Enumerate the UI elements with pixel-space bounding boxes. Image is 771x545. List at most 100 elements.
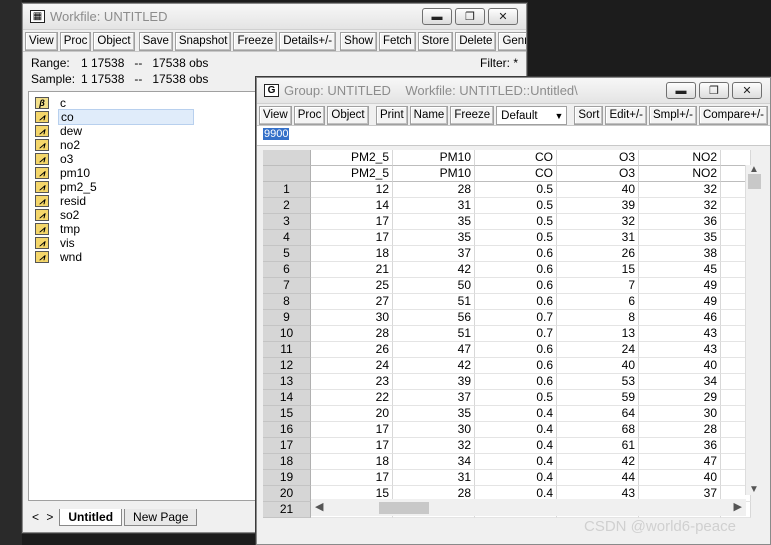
vertical-scroll-thumb[interactable] bbox=[748, 174, 761, 189]
data-cell[interactable]: 40 bbox=[557, 182, 639, 198]
row-number[interactable]: 9 bbox=[263, 310, 311, 326]
range-value[interactable]: 1 17538 -- 17538 obs bbox=[81, 55, 208, 71]
grp-name-button[interactable]: Name bbox=[409, 106, 449, 125]
scroll-right-icon[interactable]: ▶ bbox=[734, 500, 742, 513]
wf-fetch-button[interactable]: Fetch bbox=[378, 32, 416, 51]
wf-freeze-button[interactable]: Freeze bbox=[233, 32, 278, 51]
data-cell[interactable]: 38 bbox=[639, 246, 721, 262]
row-number[interactable]: 19 bbox=[263, 470, 311, 486]
column-header-pm10[interactable]: PM10 bbox=[393, 166, 475, 182]
wf-view-button[interactable]: View bbox=[25, 32, 58, 51]
data-cell[interactable]: 0.4 bbox=[475, 470, 557, 486]
data-cell[interactable]: 30 bbox=[311, 310, 393, 326]
row-number[interactable]: 20 bbox=[263, 486, 311, 502]
row-number[interactable]: 7 bbox=[263, 278, 311, 294]
data-cell[interactable]: 18 bbox=[311, 246, 393, 262]
data-cell[interactable]: 45 bbox=[639, 262, 721, 278]
data-cell[interactable]: 28 bbox=[393, 182, 475, 198]
row-number[interactable]: 12 bbox=[263, 358, 311, 374]
row-number[interactable]: 14 bbox=[263, 390, 311, 406]
data-cell[interactable]: 53 bbox=[557, 374, 639, 390]
data-cell[interactable]: 30 bbox=[639, 406, 721, 422]
row-number[interactable]: 13 bbox=[263, 374, 311, 390]
wf-proc-button[interactable]: Proc bbox=[59, 32, 92, 51]
data-cell[interactable]: 7 bbox=[557, 278, 639, 294]
object-item-c[interactable]: βc bbox=[29, 96, 267, 110]
data-cell[interactable]: 34 bbox=[393, 454, 475, 470]
data-cell[interactable]: 51 bbox=[393, 294, 475, 310]
data-cell[interactable]: 42 bbox=[393, 262, 475, 278]
row-number[interactable]: 17 bbox=[263, 438, 311, 454]
row-number[interactable]: 1 bbox=[263, 182, 311, 198]
data-cell[interactable]: 24 bbox=[311, 358, 393, 374]
data-cell[interactable]: 28 bbox=[311, 326, 393, 342]
data-cell[interactable]: 0.6 bbox=[475, 278, 557, 294]
data-cell[interactable]: 17 bbox=[311, 438, 393, 454]
data-cell[interactable]: 31 bbox=[393, 198, 475, 214]
row-number[interactable]: 18 bbox=[263, 454, 311, 470]
filter-value[interactable]: Filter: * bbox=[480, 55, 518, 71]
object-item-o3[interactable]: ⩘ o3 bbox=[29, 152, 267, 166]
data-cell[interactable]: 28 bbox=[639, 422, 721, 438]
restore-button[interactable]: ❐ bbox=[455, 8, 485, 25]
data-cell[interactable]: 24 bbox=[557, 342, 639, 358]
row-number[interactable]: 8 bbox=[263, 294, 311, 310]
data-cell[interactable]: 31 bbox=[393, 470, 475, 486]
data-cell[interactable]: 36 bbox=[639, 214, 721, 230]
data-cell[interactable]: 0.7 bbox=[475, 326, 557, 342]
grp-smpl-button[interactable]: Smpl+/- bbox=[649, 106, 697, 125]
cell-edit-value[interactable]: 9900 bbox=[263, 128, 290, 140]
data-cell[interactable]: 0.4 bbox=[475, 422, 557, 438]
data-cell[interactable]: 68 bbox=[557, 422, 639, 438]
data-cell[interactable]: 43 bbox=[639, 342, 721, 358]
wf-delete-button[interactable]: Delete bbox=[455, 32, 497, 51]
row-number[interactable]: 11 bbox=[263, 342, 311, 358]
grp-print-button[interactable]: Print bbox=[376, 106, 408, 125]
data-cell[interactable]: 0.5 bbox=[475, 230, 557, 246]
close-button[interactable]: ✕ bbox=[488, 8, 518, 25]
data-cell[interactable]: 40 bbox=[639, 358, 721, 374]
row-number[interactable]: 10 bbox=[263, 326, 311, 342]
column-header-pm2-5[interactable]: PM2_5 bbox=[311, 150, 393, 166]
data-cell[interactable]: 23 bbox=[311, 374, 393, 390]
data-cell[interactable]: 35 bbox=[393, 406, 475, 422]
group-close-button[interactable]: ✕ bbox=[732, 82, 762, 99]
data-cell[interactable]: 0.6 bbox=[475, 342, 557, 358]
data-cell[interactable]: 40 bbox=[557, 358, 639, 374]
object-item-tmp[interactable]: ⩘ tmp bbox=[29, 222, 267, 236]
data-cell[interactable]: 0.4 bbox=[475, 438, 557, 454]
data-cell[interactable]: 47 bbox=[639, 454, 721, 470]
data-cell[interactable]: 49 bbox=[639, 294, 721, 310]
data-cell[interactable]: 27 bbox=[311, 294, 393, 310]
data-cell[interactable]: 61 bbox=[557, 438, 639, 454]
data-cell[interactable]: 0.5 bbox=[475, 182, 557, 198]
data-cell[interactable]: 39 bbox=[557, 198, 639, 214]
data-cell[interactable]: 40 bbox=[639, 470, 721, 486]
data-cell[interactable]: 0.4 bbox=[475, 406, 557, 422]
data-cell[interactable]: 0.5 bbox=[475, 214, 557, 230]
column-header-co[interactable]: CO bbox=[475, 150, 557, 166]
display-format-select[interactable]: Default ▼ bbox=[496, 106, 567, 125]
object-item-resid[interactable]: ⩘ resid bbox=[29, 194, 267, 208]
data-cell[interactable]: 35 bbox=[393, 230, 475, 246]
data-cell[interactable]: 35 bbox=[393, 214, 475, 230]
wf-genr-button[interactable]: Genr bbox=[498, 32, 526, 51]
row-number[interactable]: 5 bbox=[263, 246, 311, 262]
data-cell[interactable]: 0.5 bbox=[475, 390, 557, 406]
data-cell[interactable]: 20 bbox=[311, 406, 393, 422]
data-cell[interactable]: 26 bbox=[557, 246, 639, 262]
grp-object-button[interactable]: Object bbox=[327, 106, 369, 125]
row-number[interactable]: 4 bbox=[263, 230, 311, 246]
object-item-so2[interactable]: ⩘ so2 bbox=[29, 208, 267, 222]
object-item-pm2-5[interactable]: ⩘ pm2_5 bbox=[29, 180, 267, 194]
data-cell[interactable]: 51 bbox=[393, 326, 475, 342]
data-cell[interactable]: 47 bbox=[393, 342, 475, 358]
data-cell[interactable]: 17 bbox=[311, 230, 393, 246]
data-cell[interactable]: 17 bbox=[311, 214, 393, 230]
object-item-co[interactable]: ⩘ co bbox=[29, 109, 267, 125]
grp-proc-button[interactable]: Proc bbox=[293, 106, 326, 125]
tab-scroll-arrows[interactable]: < > bbox=[28, 510, 59, 524]
grp-sort-button[interactable]: Sort bbox=[574, 106, 604, 125]
column-header-pm10[interactable]: PM10 bbox=[393, 150, 475, 166]
data-cell[interactable]: 31 bbox=[557, 230, 639, 246]
